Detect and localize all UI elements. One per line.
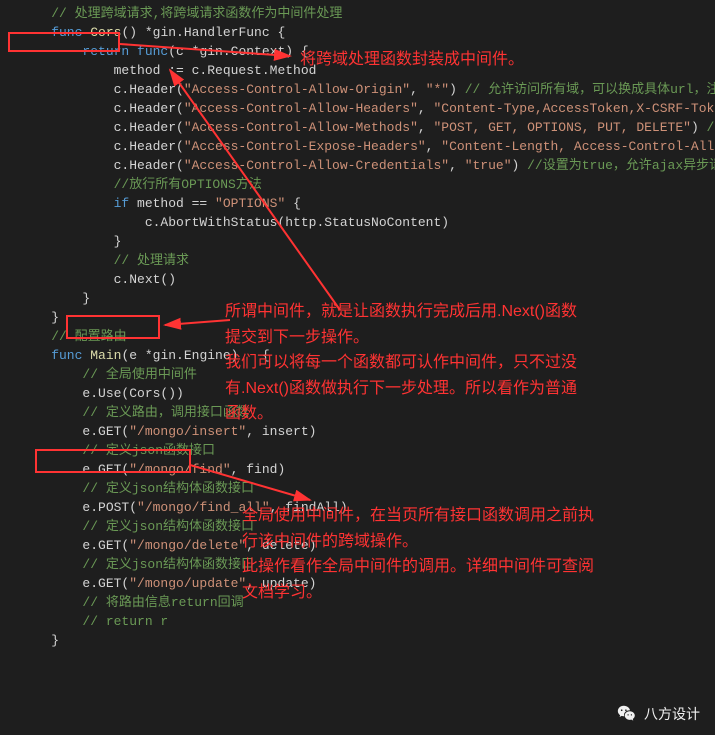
code-line: // 定义路由，调用接口函数: [20, 403, 715, 422]
code-line: method := c.Request.Method: [20, 61, 715, 80]
code-line: // 定义json结构体函数接口: [20, 555, 715, 574]
code-line: // 定义json函数接口: [20, 441, 715, 460]
code-line: func Cors() *gin.HandlerFunc {: [20, 23, 715, 42]
watermark: 八方设计: [616, 703, 700, 725]
code-line: // 将路由信息return回调: [20, 593, 715, 612]
code-line: c.Header("Access-Control-Allow-Origin", …: [20, 80, 715, 99]
code-line: // 处理跨域请求,将跨域请求函数作为中间件处理: [20, 4, 715, 23]
code-line: func Main(e *gin.Engine) {: [20, 346, 715, 365]
code-editor: // 处理跨域请求,将跨域请求函数作为中间件处理 func Cors() *gi…: [0, 0, 715, 654]
code-line: // 定义json结构体函数接口: [20, 517, 715, 536]
code-line: c.Header("Access-Control-Allow-Methods",…: [20, 118, 715, 137]
code-line: }: [20, 289, 715, 308]
code-line: // 处理请求: [20, 251, 715, 270]
code-line: e.GET("/mongo/insert", insert): [20, 422, 715, 441]
code-line: return func(c *gin.Context) {: [20, 42, 715, 61]
code-line: // return r: [20, 612, 715, 631]
code-line: // 定义json结构体函数接口: [20, 479, 715, 498]
code-line: //放行所有OPTIONS方法: [20, 175, 715, 194]
code-line: e.GET("/mongo/update", update): [20, 574, 715, 593]
code-line: if method == "OPTIONS" {: [20, 194, 715, 213]
code-line: c.Header("Access-Control-Allow-Headers",…: [20, 99, 715, 118]
code-line: }: [20, 232, 715, 251]
watermark-text: 八方设计: [644, 705, 700, 724]
code-line: c.Header("Access-Control-Allow-Credentia…: [20, 156, 715, 175]
code-line: e.POST("/mongo/find_all", findAll): [20, 498, 715, 517]
code-line: // 配置路由: [20, 327, 715, 346]
code-line: e.GET("/mongo/delete", delete): [20, 536, 715, 555]
code-line: c.AbortWithStatus(http.StatusNoContent): [20, 213, 715, 232]
code-line: e.GET("/mongo/find", find): [20, 460, 715, 479]
wechat-icon: [616, 703, 638, 725]
code-line: }: [20, 308, 715, 327]
code-line: // 全局使用中间件: [20, 365, 715, 384]
code-line: c.Header("Access-Control-Expose-Headers"…: [20, 137, 715, 156]
code-line: c.Next(): [20, 270, 715, 289]
code-line: e.Use(Cors()): [20, 384, 715, 403]
code-line: }: [20, 631, 715, 650]
